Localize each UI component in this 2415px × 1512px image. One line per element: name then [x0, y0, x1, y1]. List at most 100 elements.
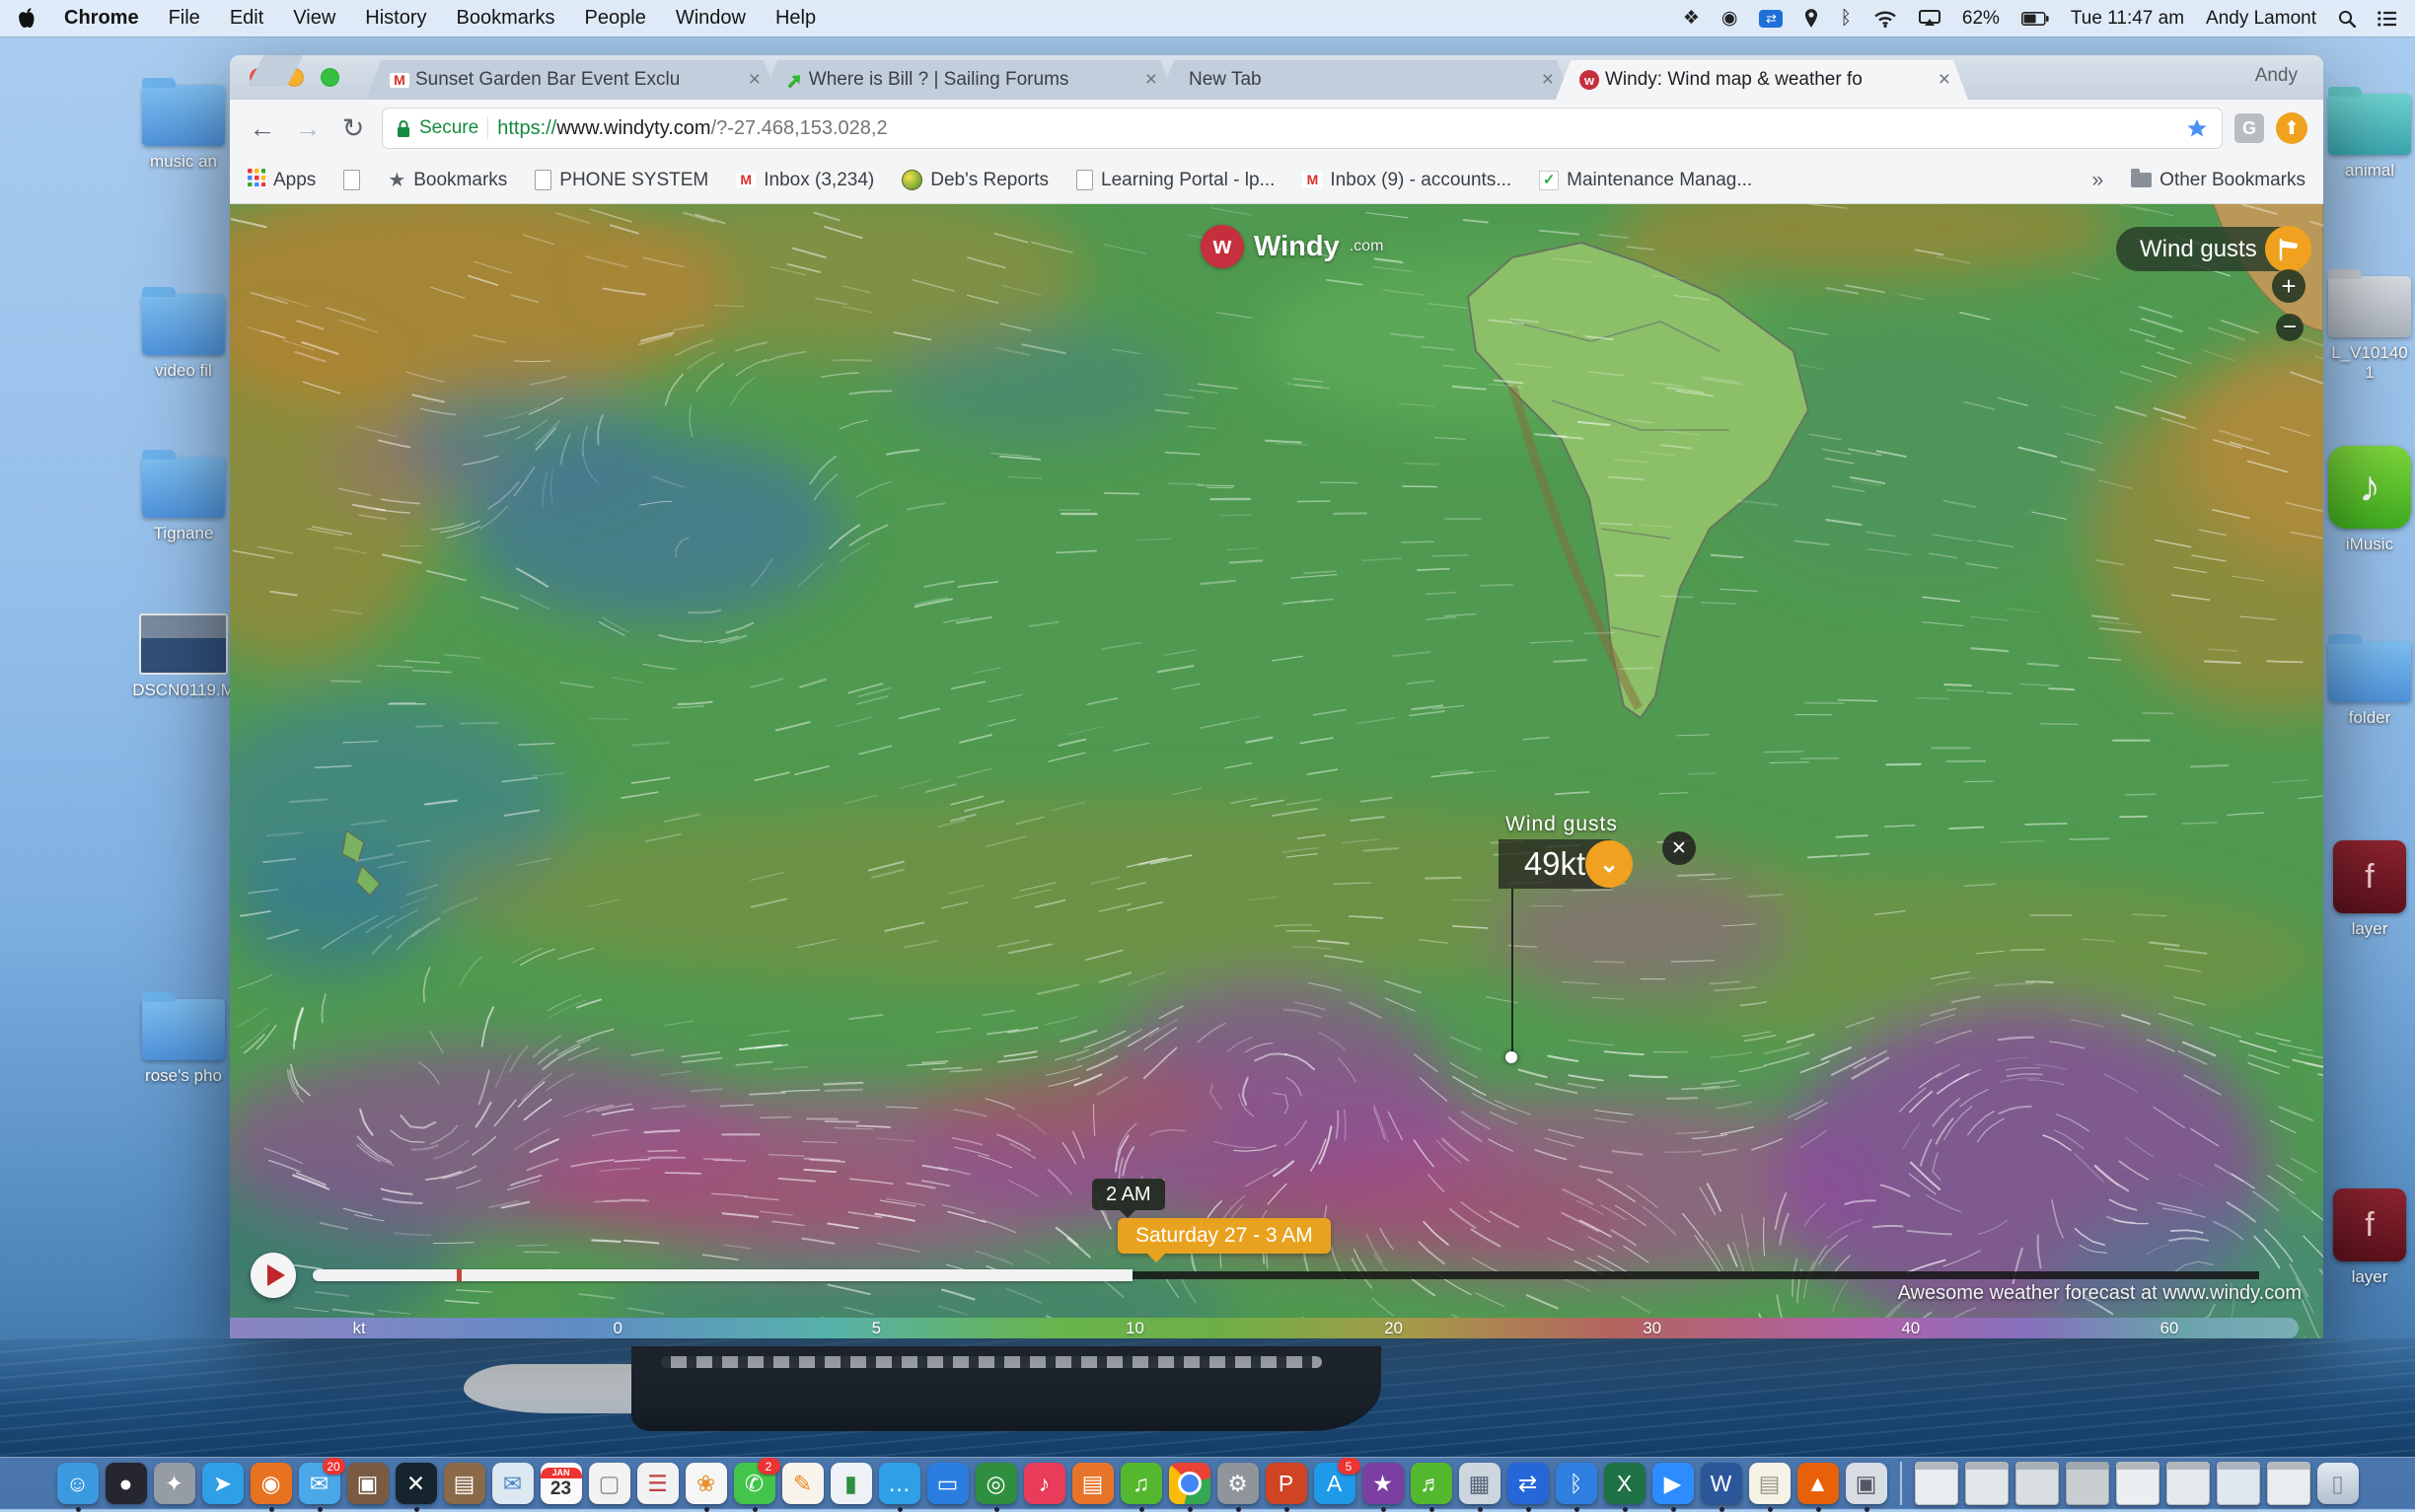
layer-selector-button[interactable]: Wind gusts — [2116, 227, 2308, 271]
spotlight-search-icon[interactable] — [2338, 10, 2356, 28]
dock-window-thumbnail[interactable] — [1915, 1462, 1958, 1505]
dock-teamviewer[interactable]: ⇄ — [1507, 1463, 1549, 1504]
menu-view[interactable]: View — [293, 7, 335, 30]
dock-app-store[interactable]: A5 — [1314, 1463, 1355, 1504]
menu-bookmarks[interactable]: Bookmarks — [457, 7, 555, 30]
desktop-icon-folder[interactable]: folder — [2310, 641, 2415, 728]
tab-close-icon[interactable]: × — [747, 68, 763, 92]
dock-contacts[interactable]: ▤ — [444, 1463, 485, 1504]
desktop-icon-music-an[interactable]: music an — [124, 85, 243, 172]
desktop-icon-dscn0119-m[interactable]: DSCN0119.M — [124, 613, 243, 700]
zoom-in-button[interactable]: + — [2272, 269, 2305, 303]
tab-sunset-garden-bar-event-[interactable]: MSunset Garden Bar Event Exclu× — [366, 60, 778, 100]
dock-siri[interactable]: ● — [106, 1463, 147, 1504]
back-button[interactable]: ← — [246, 113, 279, 144]
address-bar[interactable]: Secure https://www.windyty.com/?-27.468,… — [382, 108, 2223, 149]
picker-location-dot[interactable] — [1505, 1051, 1517, 1063]
menu-edit[interactable]: Edit — [230, 7, 263, 30]
zoom-out-button[interactable]: − — [2276, 314, 2304, 341]
dock-window-thumbnail[interactable] — [2267, 1462, 2310, 1505]
menu-app-name[interactable]: Chrome — [64, 7, 139, 30]
dock-chrome[interactable] — [1169, 1463, 1210, 1504]
timeline-track-elapsed[interactable] — [313, 1269, 1133, 1281]
tab-windy-wind-map-weather-f[interactable]: wWindy: Wind map & weather fo× — [1556, 60, 1968, 100]
bookmark-bookmarks[interactable]: ★Bookmarks — [388, 168, 507, 192]
timeline-play-button[interactable] — [251, 1253, 296, 1298]
dock-system-preferences[interactable]: ⚙ — [1217, 1463, 1259, 1504]
menu-clock[interactable]: Tue 11:47 am — [2071, 8, 2184, 30]
bookmarks-overflow-chevron[interactable]: » — [2091, 169, 2103, 192]
menu-history[interactable]: History — [365, 7, 426, 30]
dock-stocks[interactable]: ▮ — [831, 1463, 872, 1504]
tab-close-icon[interactable]: × — [1540, 68, 1556, 92]
dock-bluetooth[interactable]: ᛒ — [1556, 1463, 1597, 1504]
desktop-icon-l-v10140[interactable]: L_V101401 — [2310, 276, 2415, 383]
notification-center-icon[interactable] — [2378, 11, 2397, 27]
zoom-window-button[interactable] — [321, 68, 339, 87]
desktop-icon-animal[interactable]: animal — [2310, 94, 2415, 180]
dock-printer[interactable]: ▣ — [1846, 1463, 1887, 1504]
picker-dropdown-chevron-icon[interactable]: ⌄ — [1585, 840, 1633, 888]
menu-people[interactable]: People — [585, 7, 646, 30]
dock-mail-compose[interactable]: ✉ — [492, 1463, 534, 1504]
bookmark-inbox-3-234-[interactable]: MInbox (3,234) — [736, 168, 874, 192]
dock-x-plane[interactable]: ✕ — [396, 1463, 437, 1504]
dock-facetime[interactable]: ✆2 — [734, 1463, 775, 1504]
dock-imusic[interactable]: ♬ — [1411, 1463, 1452, 1504]
dock-firefox[interactable]: ◉ — [251, 1463, 292, 1504]
dock-window-thumbnail[interactable] — [1965, 1462, 2009, 1505]
dock-window-thumbnail[interactable] — [2166, 1462, 2210, 1505]
timeline-track-remaining[interactable] — [1133, 1271, 2259, 1279]
dock-window-thumbnail[interactable] — [2217, 1462, 2260, 1505]
dock-photo-viewer[interactable]: ▦ — [1459, 1463, 1500, 1504]
menu-help[interactable]: Help — [775, 7, 816, 30]
tab-close-icon[interactable]: × — [1937, 68, 1952, 92]
dock-messages[interactable]: … — [879, 1463, 920, 1504]
dock-launchpad[interactable]: ✦ — [154, 1463, 195, 1504]
dock-textedit[interactable]: ▢ — [589, 1463, 630, 1504]
desktop-icon-imusic[interactable]: ♪iMusic — [2310, 446, 2415, 554]
bluetooth-icon[interactable]: ᛒ — [1840, 8, 1851, 30]
dock-keynote[interactable]: ▭ — [927, 1463, 969, 1504]
browser-profile-name[interactable]: Andy — [2255, 65, 2298, 87]
bookmark-phone-system[interactable]: PHONE SYSTEM — [535, 168, 708, 192]
dock-calendar[interactable]: JAN23 — [541, 1463, 582, 1504]
extension-g-icon[interactable]: G — [2234, 113, 2264, 143]
desktop-icon-video-fil[interactable]: video fil — [124, 294, 243, 381]
dock-music-green[interactable]: ♫ — [1121, 1463, 1162, 1504]
dock-window-thumbnail[interactable] — [2116, 1462, 2159, 1505]
bookmark-learning-portal-lp-[interactable]: Learning Portal - lp... — [1076, 168, 1275, 192]
bookmark-maintenance-manag-[interactable]: ✓Maintenance Manag... — [1539, 168, 1752, 192]
dock-powerpoint[interactable]: P — [1266, 1463, 1307, 1504]
dock-safari[interactable]: ➤ — [202, 1463, 244, 1504]
desktop-icon-tignane[interactable]: Tignane — [124, 457, 243, 543]
dock-excel[interactable]: X — [1604, 1463, 1646, 1504]
bookmark-deb-s-reports[interactable]: Deb's Reports — [902, 168, 1049, 192]
bookmark-star-icon[interactable] — [2186, 117, 2208, 139]
dock-vlc[interactable]: ▲ — [1797, 1463, 1839, 1504]
menu-user[interactable]: Andy Lamont — [2206, 8, 2316, 30]
dock-video-call[interactable]: ▶ — [1652, 1463, 1694, 1504]
apple-menu-icon[interactable] — [18, 8, 35, 29]
menu-file[interactable]: File — [169, 7, 200, 30]
dock-mail[interactable]: ✉20 — [299, 1463, 340, 1504]
dock-itunes[interactable]: ♪ — [1024, 1463, 1065, 1504]
picker-close-icon[interactable]: ✕ — [1662, 831, 1696, 865]
forward-button[interactable]: → — [291, 113, 325, 144]
bookmark-apps[interactable]: Apps — [248, 168, 316, 192]
desktop-icon-layer[interactable]: flayer — [2310, 840, 2415, 939]
dock-window-thumbnail[interactable] — [2066, 1462, 2109, 1505]
dock-trash[interactable]: ▯ — [2317, 1463, 2359, 1504]
tab-close-icon[interactable]: × — [1143, 68, 1159, 92]
tab-where-is-bill-sailing-fo[interactable]: ➚Where is Bill ? | Sailing Forums× — [763, 60, 1175, 100]
dock-photos[interactable]: ❀ — [686, 1463, 727, 1504]
dock-word[interactable]: W — [1701, 1463, 1742, 1504]
dock-notes[interactable]: ▤ — [1749, 1463, 1791, 1504]
dock-imovie[interactable]: ★ — [1362, 1463, 1404, 1504]
teamviewer-icon[interactable]: ⇄ — [1759, 10, 1783, 28]
windy-logo[interactable]: w Windy .com — [1201, 225, 1383, 268]
menu-window[interactable]: Window — [676, 7, 746, 30]
url-text[interactable]: https://www.windyty.com/?-27.468,153.028… — [497, 117, 2177, 140]
screen-record-icon[interactable]: ◉ — [1721, 7, 1738, 30]
dock-books[interactable]: ▤ — [1072, 1463, 1114, 1504]
